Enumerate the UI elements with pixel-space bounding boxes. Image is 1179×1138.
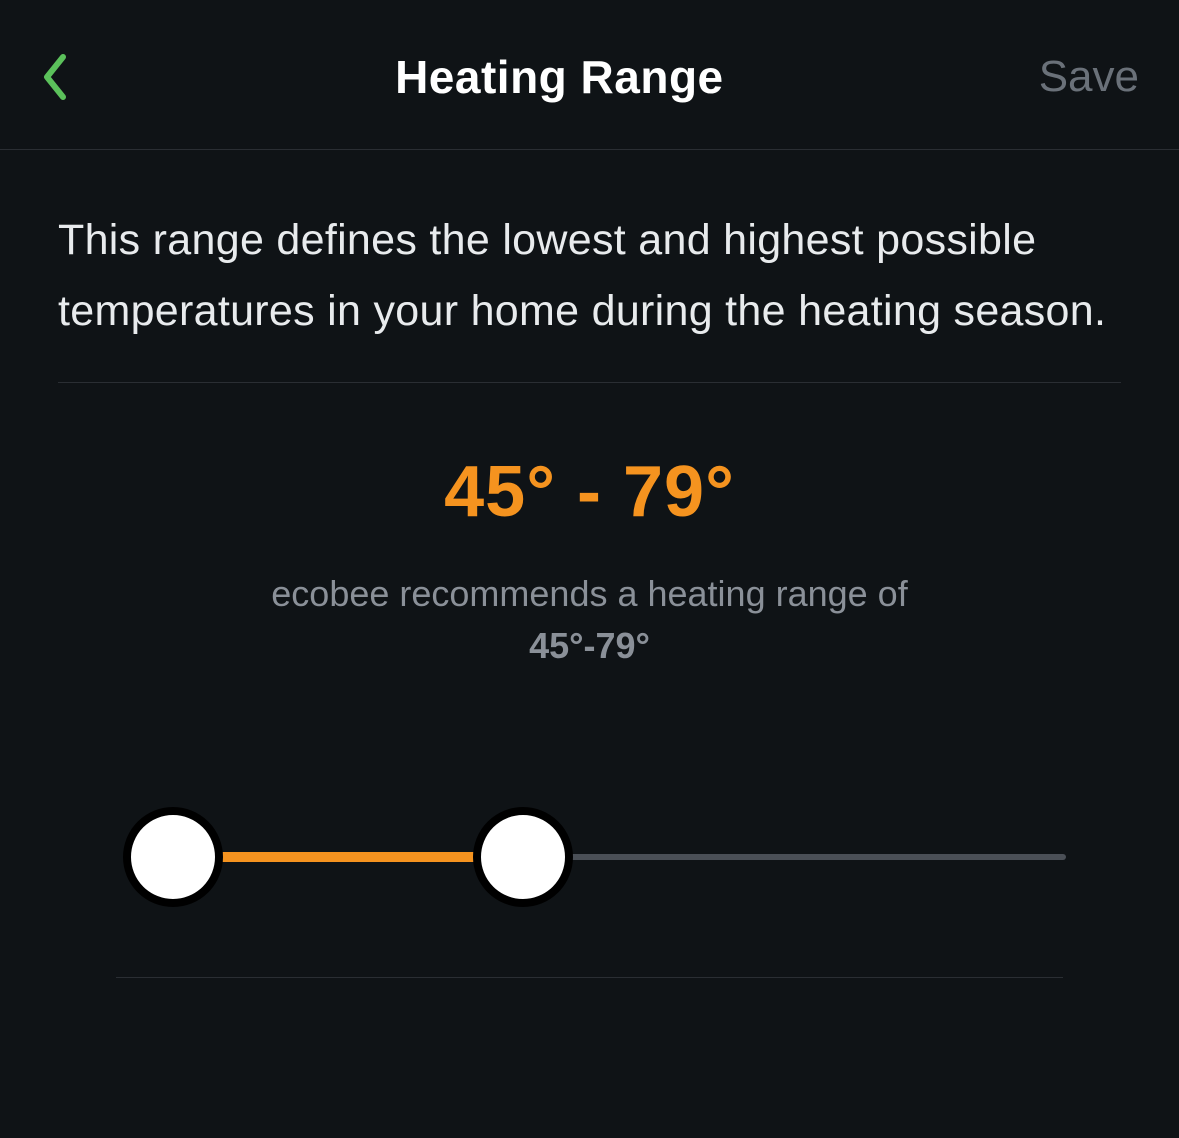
- content-area: This range defines the lowest and highes…: [0, 150, 1179, 978]
- page-title: Heating Range: [395, 50, 724, 104]
- back-button[interactable]: [30, 52, 80, 102]
- recommendation-prefix: ecobee recommends a heating range of: [271, 573, 907, 614]
- slider-handle-high[interactable]: [473, 807, 573, 907]
- recommendation-text: ecobee recommends a heating range of 45°…: [58, 568, 1121, 672]
- recommendation-value: 45°-79°: [529, 625, 650, 666]
- chevron-left-icon: [41, 53, 69, 101]
- divider: [116, 977, 1063, 978]
- range-display: 45° - 79° ecobee recommends a heating ra…: [58, 451, 1121, 672]
- description-text: This range defines the lowest and highes…: [58, 205, 1121, 383]
- save-button[interactable]: Save: [1039, 52, 1139, 102]
- slider-handle-low[interactable]: [123, 807, 223, 907]
- range-slider[interactable]: [58, 802, 1121, 912]
- range-value: 45° - 79°: [58, 451, 1121, 533]
- header-bar: Heating Range Save: [0, 0, 1179, 150]
